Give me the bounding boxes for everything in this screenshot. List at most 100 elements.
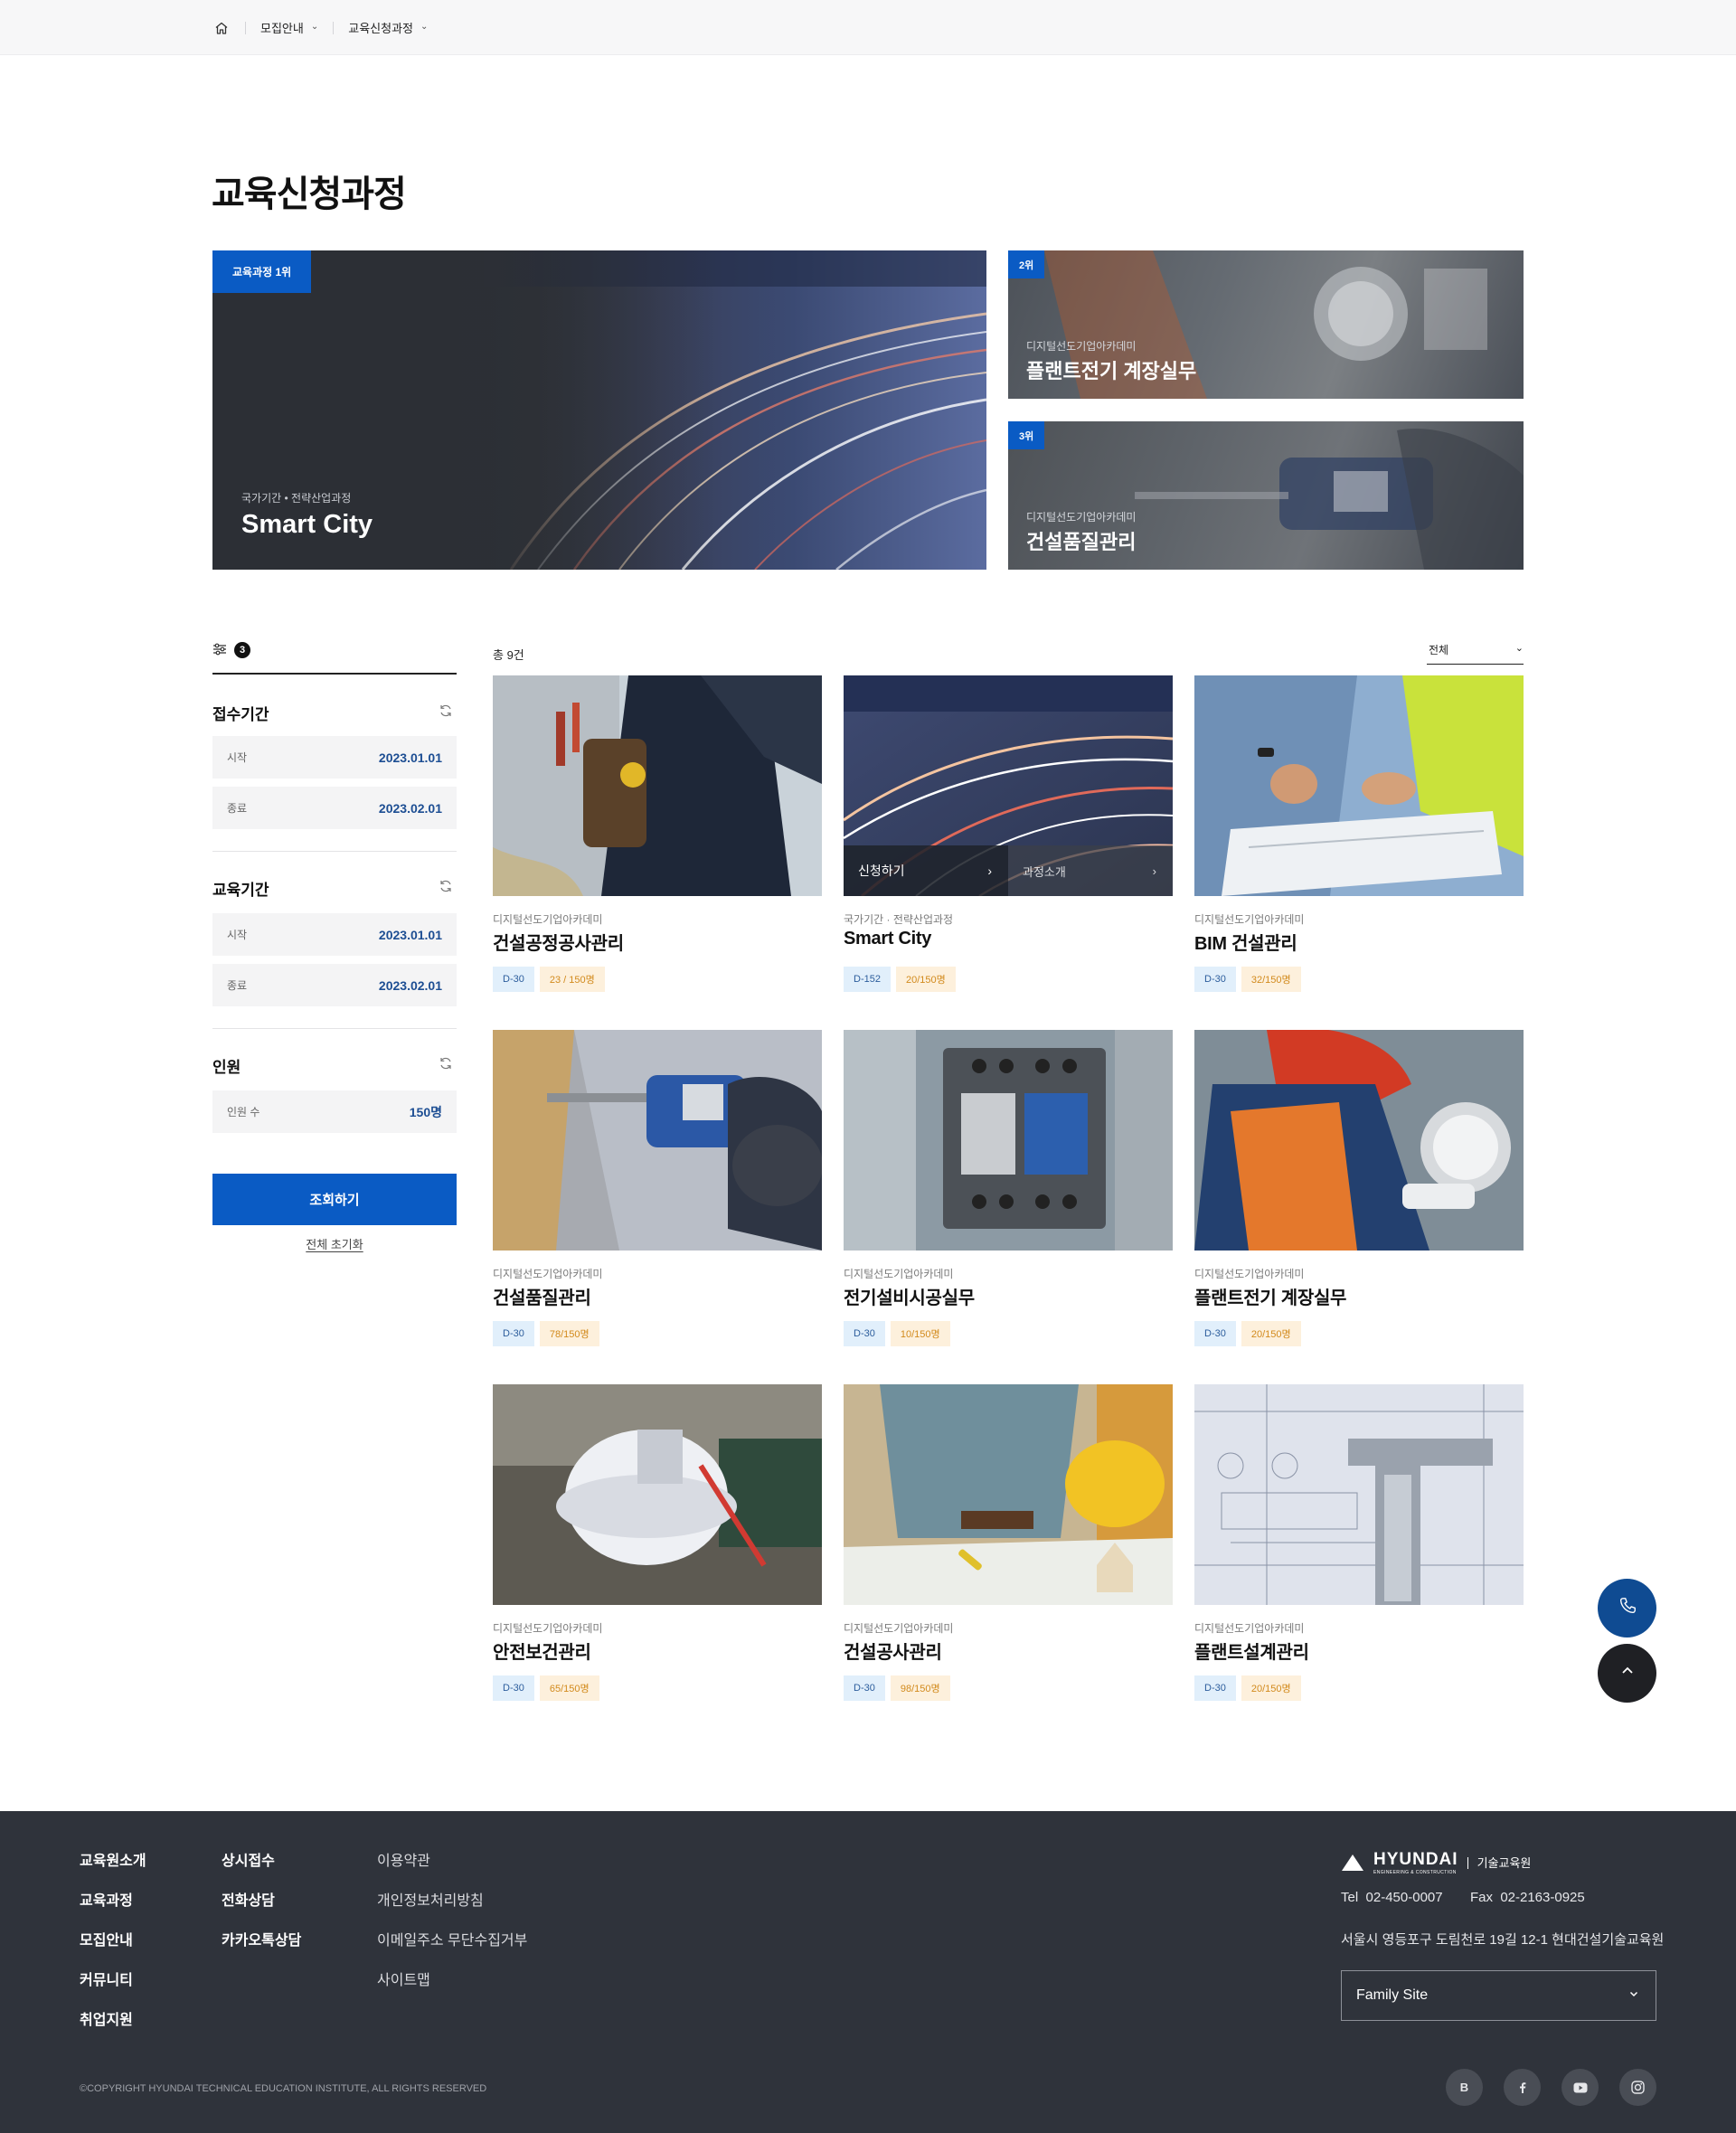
footer-link[interactable]: 교육과정 xyxy=(80,1888,146,1928)
scroll-top-button[interactable] xyxy=(1598,1644,1656,1703)
chevron-right-icon: › xyxy=(1152,864,1156,878)
footer-link[interactable]: 커뮤니티 xyxy=(80,1968,146,2007)
footer-address: 서울시 영등포구 도림천로 19길 12-1 현대건설기술교육원 xyxy=(1341,1932,1665,1948)
refresh-icon[interactable] xyxy=(439,879,453,898)
reset-all-label: 전체 초기화 xyxy=(306,1238,363,1251)
hero-title: 플랜트전기 계장실무 xyxy=(1026,360,1197,382)
intro-label: 과정소개 xyxy=(1023,864,1066,879)
footer-link[interactable]: 상시접수 xyxy=(222,1848,301,1888)
phone-call-button[interactable] xyxy=(1598,1579,1656,1638)
filter-count-badge: 3 xyxy=(234,642,250,658)
hero-category: 국가기간 • 전략산업과정 xyxy=(241,492,352,505)
fax-number: 02-2163-0925 xyxy=(1500,1890,1585,1905)
dday-badge: D-30 xyxy=(493,967,534,992)
footer-logo: HYUNDAI ENGINEERING & CONSTRUCTION 기술교육원 xyxy=(1341,1850,1531,1875)
copyright: ©COPYRIGHT HYUNDAI TECHNICAL EDUCATION I… xyxy=(80,2083,487,2094)
hero-main-course[interactable]: 교육과정 1위 국가기간 • 전략산업과정 Smart City xyxy=(212,250,986,570)
course-category: 디지털선도기업아카데미 xyxy=(493,913,603,926)
footer-menu-consult: 상시접수 전화상담 카카오톡상담 xyxy=(222,1848,301,1968)
course-intro-button[interactable]: 과정소개 › xyxy=(1008,845,1173,896)
chevron-down-icon xyxy=(1628,1987,1639,2004)
course-title: 플랜트설계관리 xyxy=(1194,1643,1309,1663)
reception-end-field[interactable]: 종료 2023.02.01 xyxy=(212,787,457,829)
course-category: 디지털선도기업아카데미 xyxy=(1194,913,1305,926)
course-category: 디지털선도기업아카데미 xyxy=(493,1268,603,1280)
capacity-badge: 78/150명 xyxy=(539,1321,599,1346)
breadcrumb-menu-course[interactable]: 교육신청과정 ⌄ xyxy=(348,19,428,36)
course-title: 안전보건관리 xyxy=(493,1643,591,1663)
field-value: 2023.01.01 xyxy=(378,927,442,942)
dday-badge: D-152 xyxy=(844,967,891,992)
filter-label: 접수기간 xyxy=(212,706,269,723)
course-image xyxy=(493,1030,822,1251)
facebook-icon[interactable] xyxy=(1504,2069,1541,2106)
hero-category: 디지털선도기업아카데미 xyxy=(1026,340,1137,353)
refresh-icon[interactable] xyxy=(439,703,453,722)
breadcrumb-menu-recruit[interactable]: 모집안내 ⌄ xyxy=(260,19,318,36)
breadcrumb-label: 교육신청과정 xyxy=(348,22,413,35)
total-count: 총 9건 xyxy=(493,648,524,662)
course-image xyxy=(844,1384,1173,1605)
course-title: 건설공정공사관리 xyxy=(493,934,624,954)
filter-education: 교육기간 xyxy=(212,877,457,900)
blog-letter: B xyxy=(1459,2081,1469,2094)
hero-title: 건설품질관리 xyxy=(1026,531,1137,553)
reset-all-link[interactable]: 전체 초기화 xyxy=(212,1235,457,1252)
course-category: 국가기간 · 전략산업과정 xyxy=(844,913,954,926)
apply-label: 신청하기 xyxy=(858,864,905,878)
footer-menu-policy: 이용약관 개인정보처리방침 이메일주소 무단수집거부 사이트맵 xyxy=(377,1848,527,2007)
blog-icon[interactable]: B xyxy=(1446,2069,1483,2106)
footer-link[interactable]: 이메일주소 무단수집거부 xyxy=(377,1928,527,1968)
education-end-field[interactable]: 종료 2023.02.01 xyxy=(212,964,457,1006)
footer-link[interactable]: 이용약관 xyxy=(377,1848,527,1888)
course-category: 디지털선도기업아카데미 xyxy=(1194,1268,1305,1280)
footer-link[interactable]: 모집안내 xyxy=(80,1928,146,1968)
chevron-up-icon xyxy=(1619,1663,1636,1684)
filter-reception: 접수기간 xyxy=(212,702,457,724)
course-title: 전기설비시공실무 xyxy=(844,1288,975,1308)
footer-link[interactable]: 카카오톡상담 xyxy=(222,1928,301,1968)
home-icon[interactable] xyxy=(212,19,231,37)
filter-header: 3 xyxy=(212,642,457,675)
course-image xyxy=(493,1384,822,1605)
course-category: 디지털선도기업아카데미 xyxy=(844,1268,954,1280)
course-image xyxy=(1194,1384,1524,1605)
field-label: 인원 수 xyxy=(227,1106,260,1118)
reception-start-field[interactable]: 시작 2023.01.01 xyxy=(212,736,457,779)
footer: 교육원소개 교육과정 모집안내 커뮤니티 취업지원 상시접수 전화상담 카카오톡… xyxy=(0,1811,1736,2133)
capacity-badge: 20/150명 xyxy=(895,967,956,992)
tel-label: Tel xyxy=(1341,1890,1359,1905)
family-site-select[interactable]: Family Site xyxy=(1341,1970,1656,2021)
footer-contact: Tel 02-450-0007 Fax 02-2163-0925 xyxy=(1341,1890,1585,1905)
course-category: 디지털선도기업아카데미 xyxy=(493,1622,603,1635)
footer-link[interactable]: 전화상담 xyxy=(222,1888,301,1928)
sort-select[interactable]: 전체 ⌄ xyxy=(1427,642,1524,665)
footer-link[interactable]: 취업지원 xyxy=(80,2007,146,2047)
footer-menu-main: 교육원소개 교육과정 모집안내 커뮤니티 취업지원 xyxy=(80,1848,146,2047)
course-title: 플랜트전기 계장실무 xyxy=(1194,1288,1347,1308)
breadcrumb-label: 모집안내 xyxy=(260,22,304,35)
hero-third-course[interactable]: 3위 디지털선도기업아카데미 건설품질관리 xyxy=(1008,421,1524,570)
course-title: 건설공사관리 xyxy=(844,1643,942,1663)
dday-badge: D-30 xyxy=(844,1675,885,1701)
footer-link[interactable]: 개인정보처리방침 xyxy=(377,1888,527,1928)
fax-label: Fax xyxy=(1469,1890,1493,1905)
people-count-field[interactable]: 인원 수 150명 xyxy=(212,1090,457,1133)
filter-label: 인원 xyxy=(212,1059,241,1076)
capacity-badge: 20/150명 xyxy=(1241,1321,1301,1346)
youtube-icon[interactable] xyxy=(1561,2069,1599,2106)
footer-link[interactable]: 사이트맵 xyxy=(377,1968,527,2007)
apply-button[interactable]: 신청하기 › xyxy=(844,845,1008,896)
field-label: 종료 xyxy=(227,979,248,992)
education-start-field[interactable]: 시작 2023.01.01 xyxy=(212,913,457,956)
refresh-icon[interactable] xyxy=(439,1056,453,1075)
capacity-badge: 20/150명 xyxy=(1241,1675,1301,1701)
field-value: 2023.02.01 xyxy=(378,977,442,993)
footer-link[interactable]: 교육원소개 xyxy=(80,1848,146,1888)
logo-triangle-icon xyxy=(1342,1855,1363,1871)
instagram-icon[interactable] xyxy=(1619,2069,1656,2106)
capacity-badge: 10/150명 xyxy=(890,1321,950,1346)
hero-second-course[interactable]: 2위 디지털선도기업아카데미 플랜트전기 계장실무 xyxy=(1008,250,1524,399)
search-button[interactable]: 조회하기 xyxy=(212,1174,457,1225)
filter-icon xyxy=(212,642,227,661)
